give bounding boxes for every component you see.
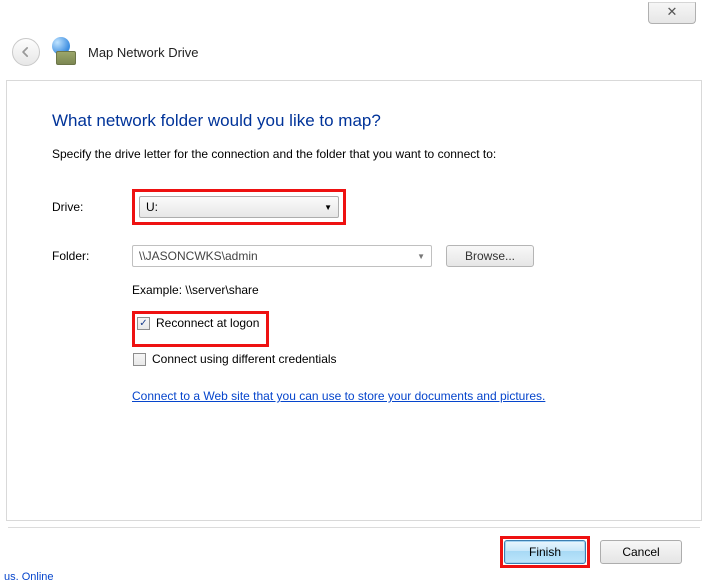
back-arrow-icon (19, 45, 33, 59)
close-icon: ✕ (667, 4, 678, 19)
folder-row: Folder: \\JASONCWKS\admin ▼ Browse... (52, 245, 661, 267)
period: . (542, 389, 545, 403)
drive-row: Drive: U: ▼ (52, 189, 661, 225)
folder-value: \\JASONCWKS\admin (139, 249, 258, 263)
page-description: Specify the drive letter for the connect… (52, 147, 661, 161)
page-heading: What network folder would you like to ma… (52, 111, 661, 131)
close-button[interactable]: ✕ (648, 2, 696, 24)
checkmark-icon: ✓ (139, 318, 147, 329)
dropdown-arrow-icon: ▼ (324, 203, 332, 212)
reconnect-checkbox[interactable]: ✓ (137, 317, 150, 330)
wizard-title: Map Network Drive (88, 45, 199, 60)
folder-combobox[interactable]: \\JASONCWKS\admin ▼ (132, 245, 432, 267)
website-link[interactable]: Connect to a Web site that you can use t… (132, 389, 542, 403)
drive-label: Drive: (52, 200, 132, 214)
cancel-button[interactable]: Cancel (600, 540, 682, 564)
folder-label: Folder: (52, 249, 132, 263)
wizard-footer: Finish Cancel (8, 527, 700, 567)
drive-value: U: (146, 200, 158, 214)
drive-select[interactable]: U: ▼ (139, 196, 339, 218)
reconnect-label: Reconnect at logon (156, 316, 259, 330)
wizard-panel: What network folder would you like to ma… (6, 80, 702, 521)
browse-button[interactable]: Browse... (446, 245, 534, 267)
highlight-finish: Finish (500, 536, 590, 568)
status-text: us. Online (4, 571, 54, 583)
highlight-drive: U: ▼ (132, 189, 346, 225)
wizard-header: Map Network Drive (12, 30, 696, 74)
diffcreds-checkbox[interactable] (133, 353, 146, 366)
diffcreds-checkbox-row[interactable]: Connect using different credentials (132, 351, 343, 367)
diffcreds-label: Connect using different credentials (152, 352, 337, 366)
network-drive-icon (50, 37, 80, 67)
dropdown-arrow-icon: ▼ (417, 252, 425, 261)
back-button[interactable] (12, 38, 40, 66)
example-text: Example: \\server\share (132, 283, 661, 297)
highlight-reconnect: ✓ Reconnect at logon (132, 311, 269, 347)
reconnect-checkbox-row[interactable]: ✓ Reconnect at logon (136, 315, 265, 331)
finish-button[interactable]: Finish (504, 540, 586, 564)
website-link-row: Connect to a Web site that you can use t… (132, 389, 661, 403)
